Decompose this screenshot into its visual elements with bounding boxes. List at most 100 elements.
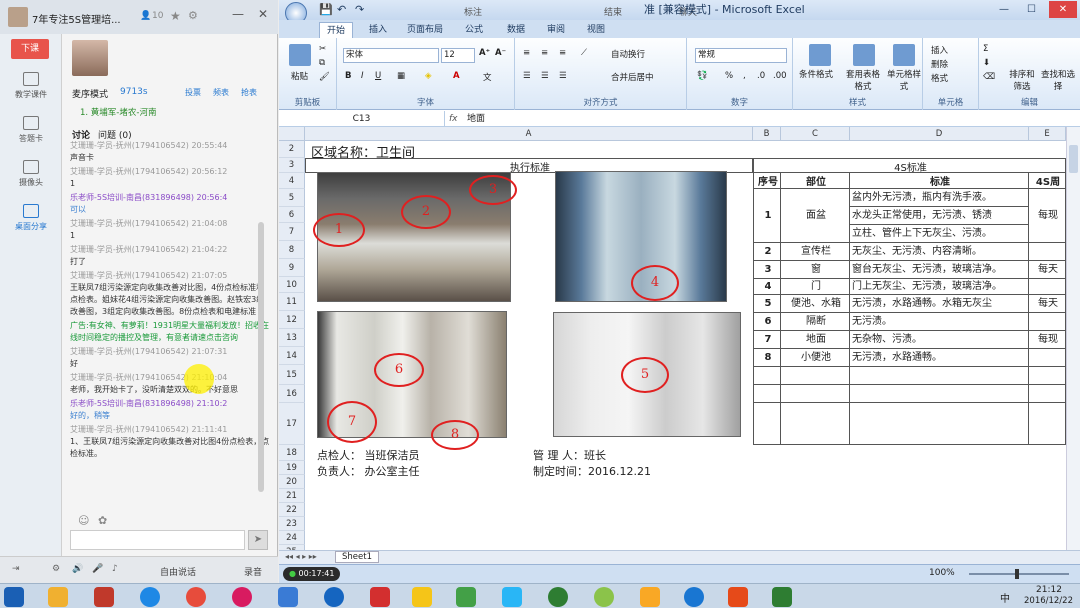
- row-header-18[interactable]: 18: [279, 445, 305, 461]
- minimize-icon[interactable]: —: [999, 0, 1009, 20]
- fill-icon[interactable]: ⬇: [983, 58, 990, 68]
- insert-cells-button[interactable]: 插入: [931, 44, 948, 56]
- chat-icon[interactable]: [502, 587, 522, 607]
- formula-input[interactable]: 地面: [467, 111, 485, 127]
- standard-cell[interactable]: 无污渍，水路通畅。: [850, 349, 1029, 367]
- empty-cell[interactable]: [753, 385, 781, 403]
- row-header-11[interactable]: 11: [279, 293, 305, 311]
- zoom-level[interactable]: 100%: [929, 568, 955, 578]
- phonetic-icon[interactable]: 文: [483, 71, 492, 83]
- empty-cell[interactable]: [781, 367, 850, 385]
- row-header-8[interactable]: 8: [279, 241, 305, 259]
- chat-input[interactable]: [70, 530, 245, 550]
- row-number-cell[interactable]: 3: [753, 261, 781, 279]
- maximize-icon[interactable]: ☐: [1027, 0, 1036, 20]
- link-grab[interactable]: 抢表: [241, 87, 257, 98]
- bold-icon[interactable]: B: [345, 71, 351, 81]
- mic-user[interactable]: 1. 黄埔军-堵农-河南: [80, 106, 156, 118]
- orientation-icon[interactable]: ⟋: [581, 48, 587, 58]
- browser-icon[interactable]: [548, 587, 568, 607]
- folder-icon[interactable]: [640, 587, 660, 607]
- underline-icon[interactable]: U: [375, 71, 381, 81]
- free-talk-label[interactable]: 自由说话: [160, 565, 196, 578]
- frequency-cell[interactable]: 每现: [1029, 189, 1066, 243]
- part-cell[interactable]: 宣传栏: [781, 243, 850, 261]
- delete-cells-button[interactable]: 删除: [931, 58, 948, 70]
- clear-icon[interactable]: ⌫: [983, 72, 995, 82]
- function-icon[interactable]: fx: [449, 111, 463, 127]
- row-header-16[interactable]: 16: [279, 385, 305, 403]
- row-header-10[interactable]: 10: [279, 277, 305, 293]
- frequency-cell[interactable]: [1029, 313, 1066, 331]
- minimize-icon[interactable]: —: [232, 7, 244, 21]
- chat-scrollbar[interactable]: [258, 222, 264, 492]
- font-name-select[interactable]: 宋体: [343, 48, 439, 63]
- send-button[interactable]: ➤: [248, 530, 268, 550]
- empty-cell[interactable]: [753, 403, 781, 445]
- grow-font-icon[interactable]: A⁺: [479, 48, 490, 58]
- star-icon[interactable]: ★: [170, 9, 181, 23]
- copy-icon[interactable]: ⧉: [319, 58, 325, 68]
- number-format-select[interactable]: 常规: [695, 48, 787, 63]
- paste-icon[interactable]: [289, 44, 311, 66]
- rail-item-slides[interactable]: 教学课件: [0, 72, 62, 100]
- table-header-cell[interactable]: 部位: [781, 173, 850, 189]
- tab-page-layout[interactable]: 页面布局: [403, 22, 447, 38]
- row-header-6[interactable]: 6: [279, 207, 305, 223]
- frequency-cell[interactable]: 每天: [1029, 261, 1066, 279]
- mic-icon[interactable]: 🎤: [92, 564, 103, 574]
- cell-style-icon[interactable]: [893, 44, 915, 66]
- rail-item-desktop-share[interactable]: 桌面分享: [0, 204, 62, 232]
- table-format-label[interactable]: 套用表格格式: [843, 68, 883, 92]
- conditional-format-label[interactable]: 条件格式: [799, 68, 833, 80]
- end-class-button[interactable]: 下课: [11, 39, 49, 59]
- empty-cell[interactable]: [781, 403, 850, 445]
- column-header-D[interactable]: D: [850, 127, 1029, 141]
- table-header-cell[interactable]: 序号: [753, 173, 781, 189]
- empty-cell[interactable]: [753, 367, 781, 385]
- percent-icon[interactable]: %: [725, 71, 733, 81]
- rail-item-answer-card[interactable]: 答题卡: [0, 116, 62, 144]
- font-color-icon[interactable]: A: [453, 71, 460, 81]
- sheet-nav-icon[interactable]: ◂◂ ◂ ▸ ▸▸: [285, 552, 317, 561]
- start-icon[interactable]: [4, 587, 24, 607]
- shrink-font-icon[interactable]: A⁻: [495, 48, 506, 58]
- empty-cell[interactable]: [850, 385, 1029, 403]
- empty-cell[interactable]: [1029, 367, 1066, 385]
- frequency-cell[interactable]: [1029, 349, 1066, 367]
- row-header-9[interactable]: 9: [279, 259, 305, 277]
- part-cell[interactable]: 小便池: [781, 349, 850, 367]
- ie-icon[interactable]: [140, 587, 160, 607]
- cloud-icon[interactable]: [684, 587, 704, 607]
- align-middle-icon[interactable]: ≡: [541, 48, 548, 58]
- frequency-cell[interactable]: [1029, 279, 1066, 295]
- column-header-corner[interactable]: [279, 127, 305, 141]
- app-icon[interactable]: [94, 587, 114, 607]
- record-label[interactable]: 录音: [244, 565, 262, 578]
- row-header-7[interactable]: 7: [279, 223, 305, 241]
- frequency-cell[interactable]: [1029, 243, 1066, 261]
- empty-cell[interactable]: [850, 367, 1029, 385]
- link-table[interactable]: 频表: [213, 87, 229, 98]
- row-number-cell[interactable]: 6: [753, 313, 781, 331]
- scroll-thumb[interactable]: [1069, 145, 1078, 173]
- qq-icon[interactable]: [412, 587, 432, 607]
- video-icon[interactable]: [232, 587, 252, 607]
- zoom-slider[interactable]: [969, 573, 1069, 575]
- clock-time[interactable]: 21:12: [1036, 585, 1062, 595]
- ppt-icon[interactable]: [728, 587, 748, 607]
- tab-home[interactable]: 开始: [319, 22, 353, 38]
- standard-cell[interactable]: 无污渍。: [850, 313, 1029, 331]
- empty-cell[interactable]: [850, 403, 1029, 445]
- italic-icon[interactable]: I: [361, 71, 364, 81]
- save-icon[interactable]: 💾: [319, 0, 333, 20]
- close-icon[interactable]: ✕: [1049, 1, 1077, 18]
- 360-icon[interactable]: [594, 587, 614, 607]
- column-header-C[interactable]: C: [781, 127, 850, 141]
- conditional-format-icon[interactable]: [809, 44, 831, 66]
- row-number-cell[interactable]: 1: [753, 189, 781, 243]
- x-icon[interactable]: [370, 587, 390, 607]
- tab-review[interactable]: 审阅: [539, 22, 573, 38]
- format-painter-icon[interactable]: 🖌: [319, 72, 330, 82]
- empty-cell[interactable]: [1029, 385, 1066, 403]
